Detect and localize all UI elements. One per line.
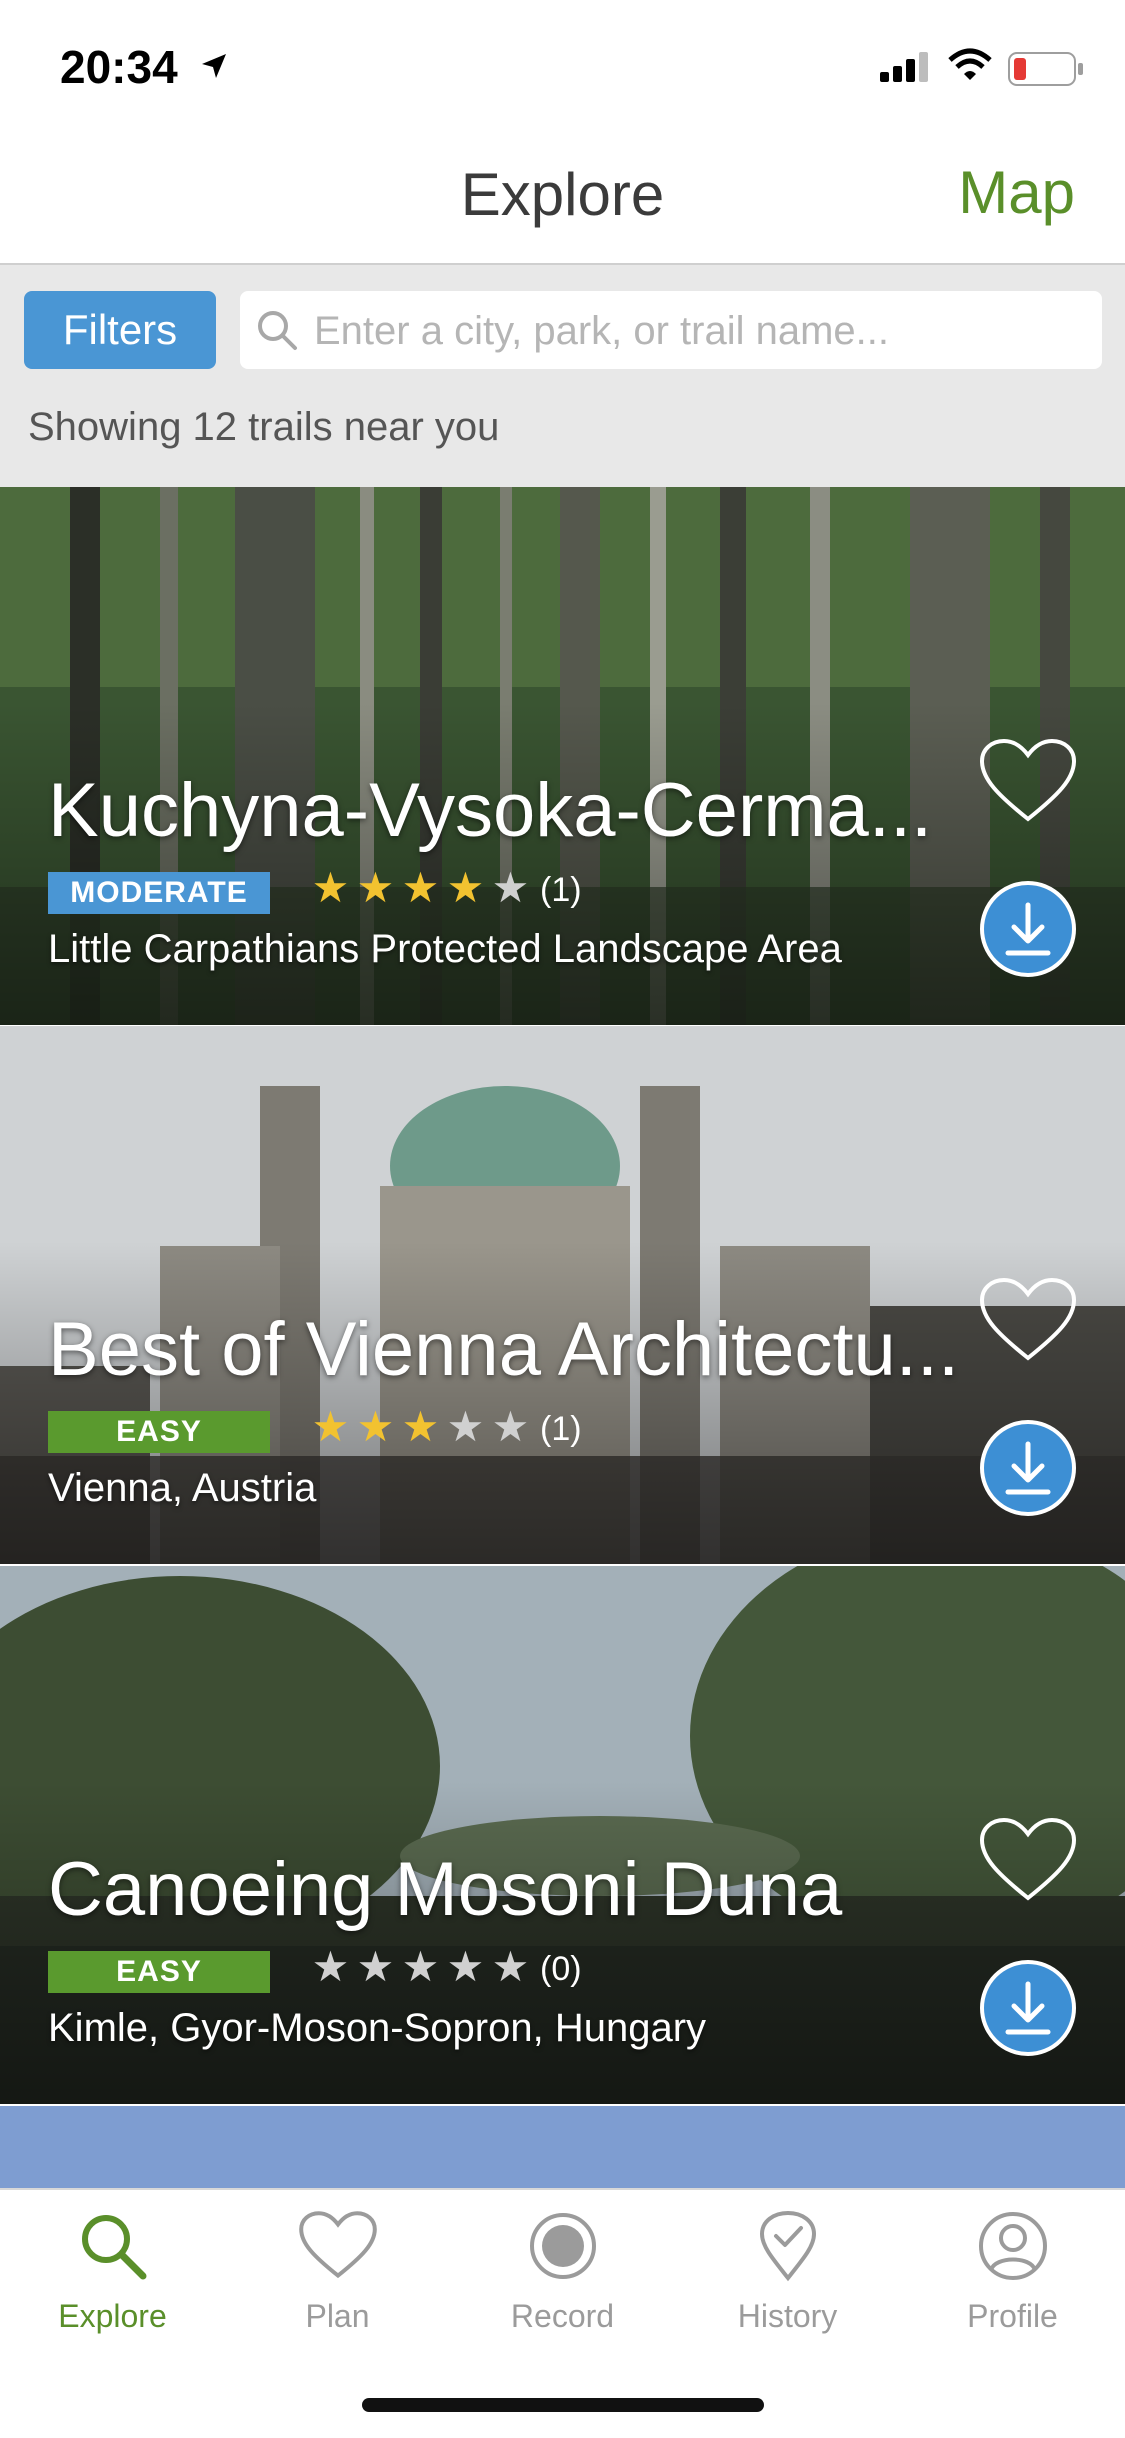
- download-button[interactable]: [980, 881, 1076, 977]
- favorite-heart-icon[interactable]: [978, 737, 1078, 832]
- tab-label: Profile: [967, 2298, 1058, 2334]
- star-icon: ★: [491, 1403, 530, 1450]
- battery-icon: [1008, 52, 1084, 91]
- rating-count: (1): [540, 871, 582, 909]
- trail-name: Canoeing Mosoni Duna: [48, 1847, 843, 1932]
- star-icon: ★: [446, 864, 485, 911]
- trail-card[interactable]: Canoeing Mosoni Duna EASY ★ ★ ★ ★ ★ (0) Kiml…: [0, 1566, 1125, 2104]
- tab-label: Record: [510, 2298, 615, 2334]
- home-indicator[interactable]: [362, 2398, 764, 2412]
- favorite-heart-icon[interactable]: [978, 1276, 1078, 1371]
- download-button[interactable]: [980, 1960, 1076, 2056]
- page-title: Explore: [460, 161, 665, 228]
- download-button[interactable]: [980, 1420, 1076, 1516]
- map-button[interactable]: Map: [958, 158, 1075, 227]
- heart-icon: [298, 2211, 377, 2279]
- tab-label: History: [737, 2298, 838, 2334]
- trail-name: Best of Vienna Architectu...: [48, 1307, 960, 1392]
- tab-record[interactable]: Record: [450, 2210, 675, 2360]
- star-rating: ★ ★ ★ ★ ★: [308, 1942, 533, 1992]
- star-icon: ★: [401, 864, 440, 911]
- favorite-heart-icon[interactable]: [978, 1816, 1078, 1911]
- filters-button[interactable]: Filters: [24, 291, 216, 369]
- history-pin-icon: [759, 2210, 816, 2282]
- trail-card[interactable]: Best of Vienna Architectu... EASY ★ ★ ★ ★ ★ …: [0, 1026, 1125, 1564]
- wifi-icon: [948, 48, 992, 87]
- download-icon: [1005, 1981, 1051, 2035]
- trail-name: Kuchyna-Vysoka-Cerma...: [48, 768, 933, 853]
- star-icon: ★: [311, 1943, 350, 1990]
- trail-location: Vienna, Austria: [48, 1466, 317, 1510]
- download-icon: [1005, 1441, 1051, 1495]
- rating-count: (0): [540, 1950, 582, 1988]
- tab-label: Explore: [58, 2298, 167, 2334]
- star-icon: ★: [401, 1403, 440, 1450]
- star-icon: ★: [491, 1943, 530, 1990]
- tab-label: Plan: [305, 2298, 370, 2334]
- difficulty-badge: EASY: [48, 1951, 270, 1993]
- difficulty-badge: MODERATE: [48, 872, 270, 914]
- next-trail-card-peek[interactable]: [0, 2106, 1125, 2188]
- star-icon: ★: [446, 1943, 485, 1990]
- search-icon: [256, 309, 298, 356]
- nav-bar: Explore Map: [0, 130, 1125, 265]
- tab-history[interactable]: History: [675, 2210, 900, 2360]
- search-box[interactable]: [240, 291, 1102, 371]
- download-icon: [1005, 902, 1051, 956]
- star-icon: ★: [356, 1403, 395, 1450]
- signal-icon: [880, 52, 932, 87]
- star-icon: ★: [401, 1943, 440, 1990]
- star-icon: ★: [311, 1403, 350, 1450]
- difficulty-badge: EASY: [48, 1411, 270, 1453]
- tab-plan[interactable]: Plan: [225, 2210, 450, 2360]
- tab-explore[interactable]: Explore: [0, 2210, 225, 2360]
- rating-count: (1): [540, 1410, 582, 1448]
- star-rating: ★ ★ ★ ★ ★: [308, 1402, 533, 1452]
- star-icon: ★: [311, 864, 350, 911]
- search-input[interactable]: [312, 291, 1086, 371]
- search-area: Filters Showing 12 trails near you: [0, 265, 1125, 487]
- tab-profile[interactable]: Profile: [900, 2210, 1125, 2360]
- star-icon: ★: [356, 864, 395, 911]
- record-icon: [529, 2213, 596, 2279]
- results-count-text: Showing 12 trails near you: [28, 405, 500, 449]
- star-rating: ★ ★ ★ ★ ★: [308, 863, 533, 913]
- trail-card[interactable]: Kuchyna-Vysoka-Cerma... MODERATE ★ ★ ★ ★ ★ (…: [0, 487, 1125, 1025]
- trail-location: Kimle, Gyor-Moson-Sopron, Hungary: [48, 2006, 707, 2050]
- search-icon: [81, 2215, 146, 2280]
- status-bar: 20:34: [0, 0, 1125, 130]
- star-icon: ★: [356, 1943, 395, 1990]
- star-icon: ★: [491, 864, 530, 911]
- profile-icon: [978, 2212, 1047, 2280]
- location-arrow-icon: [200, 52, 228, 85]
- star-icon: ★: [446, 1403, 485, 1450]
- trail-location: Little Carpathians Protected Landscape A…: [48, 927, 842, 971]
- status-time: 20:34: [60, 41, 178, 93]
